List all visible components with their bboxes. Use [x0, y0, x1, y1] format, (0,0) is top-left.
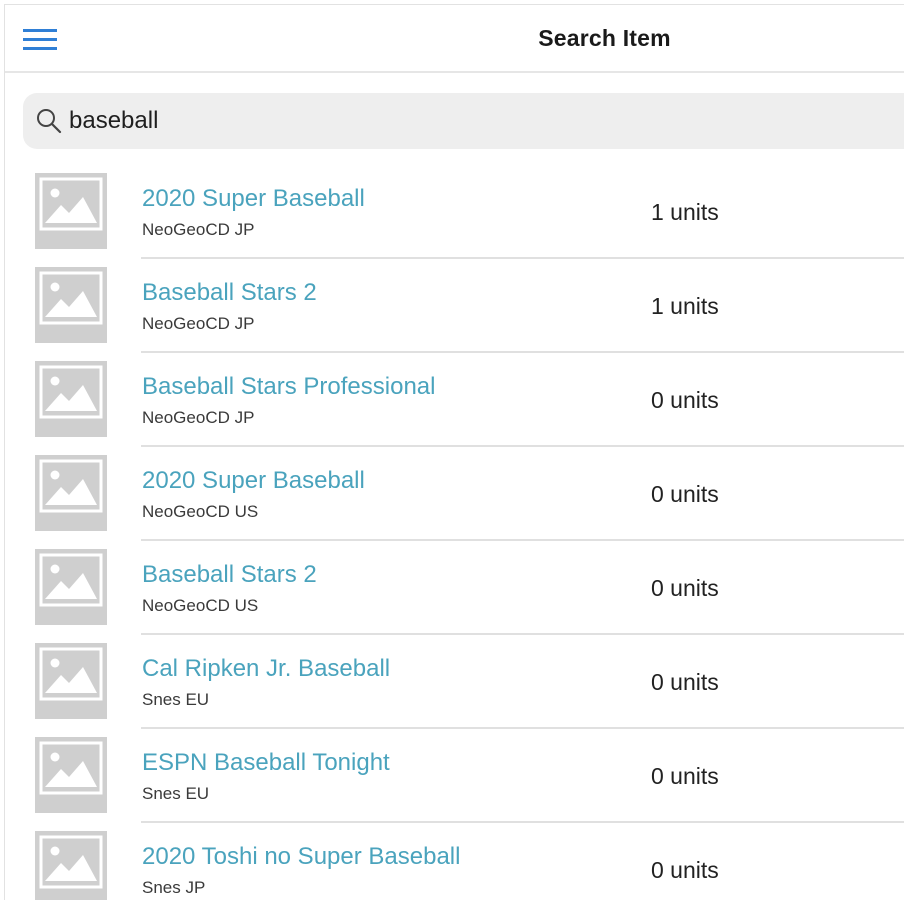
search-icon: [35, 107, 63, 135]
image-placeholder-icon: [35, 361, 107, 437]
item-name-link[interactable]: Cal Ripken Jr. Baseball: [142, 655, 390, 683]
item-platform: NeoGeoCD US: [142, 502, 259, 521]
item-platform: Snes EU: [142, 690, 210, 709]
search-input[interactable]: [69, 101, 889, 141]
item-name-link[interactable]: 2020 Super Baseball: [142, 467, 365, 495]
list-item-body: Baseball Stars Professional NeoGeoCD JP …: [141, 353, 904, 447]
list-item[interactable]: ESPN Baseball Tonight Snes EU 0 units: [5, 729, 904, 823]
list-item-body: 2020 Super Baseball NeoGeoCD JP 1 units: [141, 165, 904, 259]
list-item-body: 2020 Super Baseball NeoGeoCD US 0 units: [141, 447, 904, 541]
search-bar: [23, 93, 904, 149]
page-title: Search Item: [538, 25, 671, 51]
image-placeholder-icon: [35, 267, 107, 343]
item-units: 0 units: [651, 763, 719, 789]
item-name-link[interactable]: ESPN Baseball Tonight: [142, 749, 390, 777]
image-placeholder-icon: [35, 173, 107, 249]
item-units: 0 units: [651, 387, 719, 413]
list-item-body: Baseball Stars 2 NeoGeoCD JP 1 units: [141, 259, 904, 353]
list-item[interactable]: Cal Ripken Jr. Baseball Snes EU 0 units: [5, 635, 904, 729]
item-units: 0 units: [651, 481, 719, 507]
image-placeholder-icon: [35, 549, 107, 625]
item-platform: Snes EU: [142, 784, 210, 803]
item-name-link[interactable]: Baseball Stars Professional: [142, 373, 435, 401]
list-item[interactable]: 2020 Super Baseball NeoGeoCD JP 1 units: [5, 165, 904, 259]
list-item-body: 2020 Toshi no Super Baseball Snes JP 0 u…: [141, 823, 904, 900]
item-units: 1 units: [651, 199, 719, 225]
item-name-link[interactable]: 2020 Toshi no Super Baseball: [142, 843, 460, 871]
item-platform: NeoGeoCD JP: [142, 408, 255, 427]
app-window: Search Item 2020 Sup: [4, 4, 904, 900]
list-item-body: ESPN Baseball Tonight Snes EU 0 units: [141, 729, 904, 823]
list-item[interactable]: Baseball Stars 2 NeoGeoCD US 0 units: [5, 541, 904, 635]
item-units: 0 units: [651, 669, 719, 695]
item-name-link[interactable]: Baseball Stars 2: [142, 561, 317, 589]
list-item[interactable]: Baseball Stars Professional NeoGeoCD JP …: [5, 353, 904, 447]
item-units: 0 units: [651, 575, 719, 601]
list-item[interactable]: 2020 Super Baseball NeoGeoCD US 0 units: [5, 447, 904, 541]
list-item-body: Baseball Stars 2 NeoGeoCD US 0 units: [141, 541, 904, 635]
list-item-body: Cal Ripken Jr. Baseball Snes EU 0 units: [141, 635, 904, 729]
item-units: 0 units: [651, 857, 719, 883]
item-name-link[interactable]: 2020 Super Baseball: [142, 185, 365, 213]
item-platform: NeoGeoCD JP: [142, 314, 255, 333]
list-item[interactable]: Baseball Stars 2 NeoGeoCD JP 1 units: [5, 259, 904, 353]
item-platform: Snes JP: [142, 878, 206, 897]
top-bar: Search Item: [5, 5, 904, 73]
search-results-list: 2020 Super Baseball NeoGeoCD JP 1 units …: [5, 165, 904, 900]
item-units: 1 units: [651, 293, 719, 319]
image-placeholder-icon: [35, 643, 107, 719]
image-placeholder-icon: [35, 455, 107, 531]
item-platform: NeoGeoCD JP: [142, 220, 255, 239]
item-name-link[interactable]: Baseball Stars 2: [142, 279, 317, 307]
list-item[interactable]: 2020 Toshi no Super Baseball Snes JP 0 u…: [5, 823, 904, 900]
image-placeholder-icon: [35, 737, 107, 813]
image-placeholder-icon: [35, 831, 107, 900]
item-platform: NeoGeoCD US: [142, 596, 259, 615]
